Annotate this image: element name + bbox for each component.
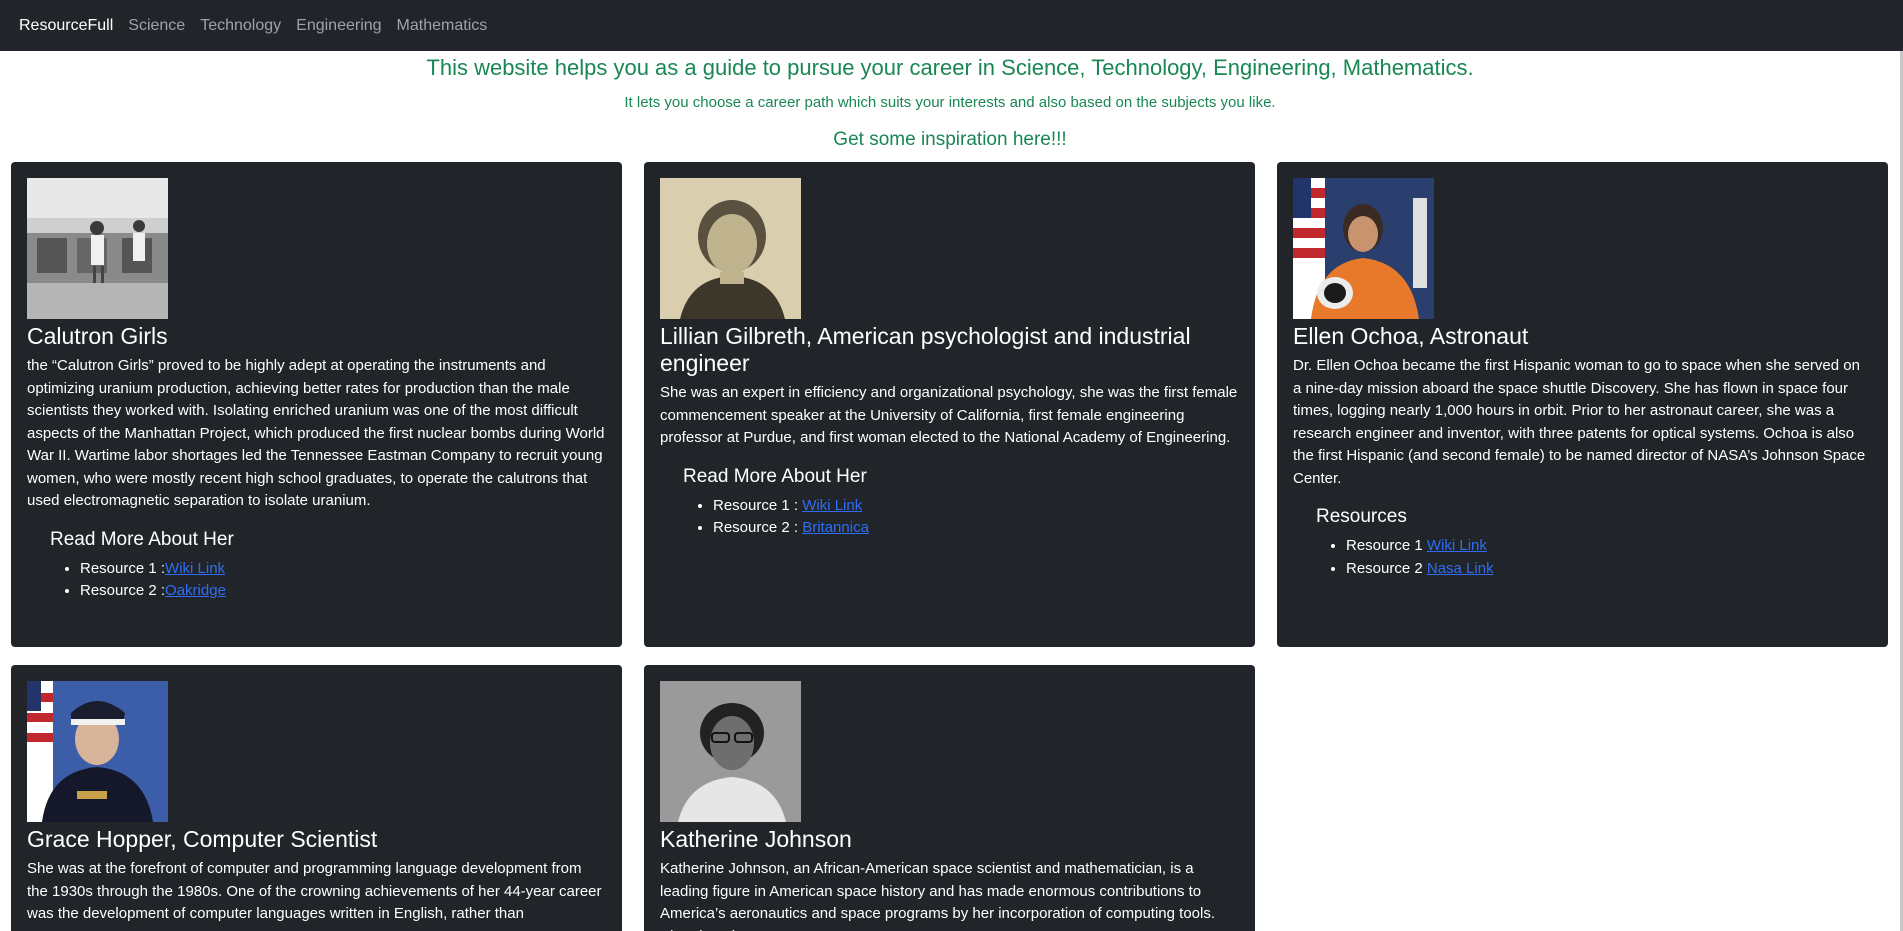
resources-heading: Read More About Her <box>50 528 234 550</box>
resources-heading: Resources <box>1316 506 1407 527</box>
card-text: She was at the forefront of computer and… <box>27 860 602 922</box>
card-text: Dr. Ellen Ochoa became the first Hispani… <box>1293 357 1866 487</box>
resource-item: Resource 1 : Wiki Link <box>713 495 1239 518</box>
resource-prefix: Resource 1 : <box>713 496 803 514</box>
top-navbar: ResourceFull Science Technology Engineer… <box>0 0 1903 51</box>
nasa-link[interactable]: Nasa Link <box>1427 560 1494 577</box>
card-title: Calutron Girls <box>27 323 168 349</box>
resource-item: Resource 2 :Oakridge <box>80 580 606 603</box>
oakridge-link[interactable]: Oakridge <box>165 582 226 599</box>
brand-link[interactable]: ResourceFull <box>19 17 113 35</box>
card-text: She was an expert in efficiency and orga… <box>660 384 1238 446</box>
lillian-gilbreth-photo <box>660 178 801 319</box>
grace-hopper-photo <box>27 681 168 822</box>
card-lillian-gilbreth: Lillian Gilbreth, American psychologist … <box>644 162 1255 647</box>
britannica-link[interactable]: Britannica <box>802 519 869 536</box>
card-title: Lillian Gilbreth, American psychologist … <box>660 323 1191 376</box>
hero-title: This website helps you as a guide to pur… <box>426 55 1474 80</box>
wiki-link[interactable]: Wiki Link <box>165 560 225 577</box>
card-title: Grace Hopper, Computer Scientist <box>27 826 378 852</box>
nav-link-science[interactable]: Science <box>128 17 185 35</box>
resource-prefix: Resource 2 : <box>80 582 166 599</box>
nav-link-technology[interactable]: Technology <box>200 17 281 35</box>
card-katherine-johnson: Katherine Johnson Katherine Johnson, an … <box>644 665 1255 931</box>
resources-list: Resource 1 :Wiki Link Resource 2 :Oakrid… <box>80 558 606 603</box>
katherine-johnson-photo <box>660 681 801 822</box>
resource-prefix: Resource 2 : <box>713 519 803 536</box>
card-ellen-ochoa: Ellen Ochoa, Astronaut Dr. Ellen Ochoa b… <box>1277 162 1888 647</box>
resources-list: Resource 1 Wiki Link Resource 2 Nasa Lin… <box>1346 535 1872 580</box>
card-text: the “Calutron Girls” proved to be highly… <box>27 357 605 509</box>
card-text: Katherine Johnson, an African-American s… <box>660 860 1216 931</box>
hero-section: This website helps you as a guide to pur… <box>0 51 1900 152</box>
resources-heading: Read More About Her <box>683 465 867 487</box>
card-title: Katherine Johnson <box>660 826 852 852</box>
card-calutron-girls: Calutron Girls the “Calutron Girls” prov… <box>11 162 622 647</box>
card-title: Ellen Ochoa, Astronaut <box>1293 323 1529 349</box>
hero-subtitle: It lets you choose a career path which s… <box>624 94 1276 111</box>
resource-item: Resource 1 :Wiki Link <box>80 558 606 581</box>
resource-prefix: Resource 2 <box>1346 559 1427 577</box>
nav-link-mathematics[interactable]: Mathematics <box>397 17 488 35</box>
calutron-girls-photo <box>27 178 168 319</box>
resource-prefix: Resource 1 : <box>80 559 166 577</box>
wiki-link[interactable]: Wiki Link <box>802 497 862 514</box>
ellen-ochoa-photo <box>1293 178 1434 319</box>
resource-item: Resource 2 Nasa Link <box>1346 558 1872 581</box>
resource-item: Resource 2 : Britannica <box>713 517 1239 540</box>
card-grace-hopper: Grace Hopper, Computer Scientist She was… <box>11 665 622 931</box>
resource-prefix: Resource 1 <box>1346 537 1427 554</box>
nav-link-engineering[interactable]: Engineering <box>296 17 381 35</box>
hero-inspiration-heading: Get some inspiration here!!! <box>833 129 1067 150</box>
resource-item: Resource 1 Wiki Link <box>1346 535 1872 558</box>
resources-list: Resource 1 : Wiki Link Resource 2 : Brit… <box>713 495 1239 540</box>
wiki-link[interactable]: Wiki Link <box>1427 537 1487 554</box>
